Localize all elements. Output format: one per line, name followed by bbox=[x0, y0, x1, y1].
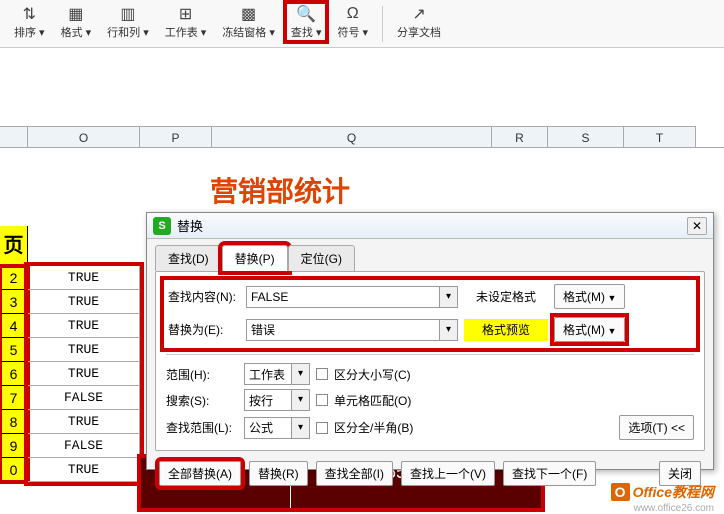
fullhalf-label: 区分全/半角(B) bbox=[334, 419, 413, 436]
search-select[interactable]: 按行▾ bbox=[244, 389, 310, 411]
row-num[interactable]: 2 bbox=[0, 266, 28, 290]
scope-select[interactable]: 工作表▾ bbox=[244, 363, 310, 385]
chevron-down-icon[interactable]: ▾ bbox=[439, 287, 457, 307]
corner-cell[interactable] bbox=[0, 126, 28, 147]
row-num[interactable]: 0 bbox=[0, 458, 28, 482]
replace-format-button[interactable]: 格式(M) bbox=[554, 317, 625, 342]
options-button[interactable]: 选项(T) << bbox=[619, 415, 694, 440]
fullhalf-checkbox[interactable] bbox=[316, 422, 328, 434]
row-num[interactable]: 6 bbox=[0, 362, 28, 386]
find-content-input[interactable]: FALSE ▾ bbox=[246, 286, 458, 308]
cell[interactable]: TRUE bbox=[28, 266, 140, 290]
replace-value: 错误 bbox=[251, 321, 275, 338]
cell[interactable]: TRUE bbox=[28, 338, 140, 362]
watermark-url: www.office26.com bbox=[634, 503, 714, 514]
find-content-label: 查找内容(N): bbox=[168, 288, 240, 305]
scope-label: 范围(H): bbox=[166, 366, 238, 383]
row-num[interactable]: 3 bbox=[0, 290, 28, 314]
lookin-select[interactable]: 公式▾ bbox=[244, 417, 310, 439]
tab-goto[interactable]: 定位(G) bbox=[288, 245, 355, 271]
yellow-header-cell: 页 bbox=[0, 226, 28, 266]
format-label: 格式 bbox=[61, 27, 83, 39]
column-o-cells: TRUE TRUE TRUE TRUE TRUE FALSE TRUE FALS… bbox=[28, 266, 140, 482]
lookin-label: 查找范围(L): bbox=[166, 419, 238, 436]
find-prev-button[interactable]: 查找上一个(V) bbox=[401, 461, 495, 486]
col-header-r[interactable]: R bbox=[492, 126, 548, 147]
sheet-title: 营销部统计 bbox=[210, 170, 350, 210]
find-next-button[interactable]: 查找下一个(F) bbox=[503, 461, 596, 486]
watermark: OOffice教程网 bbox=[611, 482, 714, 502]
row-num[interactable]: 5 bbox=[0, 338, 28, 362]
tab-find[interactable]: 查找(D) bbox=[155, 245, 222, 271]
dialog-title-text: 替换 bbox=[177, 216, 687, 235]
close-icon[interactable]: ✕ bbox=[687, 217, 707, 235]
col-header-o[interactable]: O bbox=[28, 126, 140, 147]
cell[interactable]: TRUE bbox=[28, 290, 140, 314]
sort-label: 排序 bbox=[14, 27, 36, 39]
wps-logo-icon: S bbox=[153, 217, 171, 235]
search-label: 搜索(S): bbox=[166, 392, 238, 409]
cell[interactable]: TRUE bbox=[28, 410, 140, 434]
column-headers: O P Q R S T bbox=[0, 126, 724, 148]
replace-button[interactable]: 替换(R) bbox=[249, 461, 308, 486]
cell[interactable]: FALSE bbox=[28, 386, 140, 410]
replace-with-label: 替换为(E): bbox=[168, 321, 240, 338]
find-all-button[interactable]: 查找全部(I) bbox=[316, 461, 393, 486]
find-label: 查找 bbox=[291, 27, 313, 39]
find-value: FALSE bbox=[251, 290, 288, 304]
toolbar-divider bbox=[382, 6, 383, 42]
rowcol-label: 行和列 bbox=[107, 27, 140, 39]
matchcase-label: 区分大小写(C) bbox=[334, 366, 411, 383]
cell[interactable]: TRUE bbox=[28, 458, 140, 482]
matchcase-checkbox[interactable] bbox=[316, 368, 328, 380]
replace-dialog: S 替换 ✕ 查找(D) 替换(P) 定位(G) 查找内容(N): FALSE ▾… bbox=[146, 212, 714, 470]
symbol-button[interactable]: Ω符号 ▾ bbox=[331, 2, 374, 42]
sort-button[interactable]: ⇅排序 ▾ bbox=[8, 2, 51, 42]
dialog-tabs: 查找(D) 替换(P) 定位(G) bbox=[147, 239, 713, 271]
worksheet-label: 工作表 bbox=[165, 27, 198, 39]
tab-replace[interactable]: 替换(P) bbox=[222, 245, 288, 271]
dialog-titlebar[interactable]: S 替换 ✕ bbox=[147, 213, 713, 239]
freeze-button[interactable]: ▩冻结窗格 ▾ bbox=[216, 2, 281, 42]
format-button[interactable]: ▦格式 ▾ bbox=[55, 2, 98, 42]
cell[interactable]: TRUE bbox=[28, 362, 140, 386]
share-button[interactable]: ↗分享文档 bbox=[391, 2, 447, 42]
row-num[interactable]: 4 bbox=[0, 314, 28, 338]
cell[interactable]: FALSE bbox=[28, 434, 140, 458]
wholecell-checkbox[interactable] bbox=[316, 394, 328, 406]
wholecell-label: 单元格匹配(O) bbox=[334, 392, 411, 409]
chevron-down-icon[interactable]: ▾ bbox=[439, 320, 457, 340]
find-replace-group: 查找内容(N): FALSE▾ 未设定格式 格式(M) 替换为(E): 错误▾ … bbox=[166, 282, 694, 346]
row-num[interactable]: 8 bbox=[0, 410, 28, 434]
row-num[interactable]: 9 bbox=[0, 434, 28, 458]
freeze-label: 冻结窗格 bbox=[222, 27, 266, 39]
rowcol-button[interactable]: ▥行和列 ▾ bbox=[101, 2, 155, 42]
symbol-label: 符号 bbox=[337, 27, 359, 39]
col-header-q[interactable]: Q bbox=[212, 126, 492, 147]
replace-format-preview: 格式预览 bbox=[464, 319, 548, 341]
search-icon: 🔍 bbox=[295, 4, 317, 24]
find-format-display: 未设定格式 bbox=[464, 286, 548, 308]
watermark-icon: O bbox=[611, 483, 630, 501]
cell[interactable]: TRUE bbox=[28, 314, 140, 338]
replace-with-input[interactable]: 错误 ▾ bbox=[246, 319, 458, 341]
ribbon-toolbar: ⇅排序 ▾ ▦格式 ▾ ▥行和列 ▾ ⊞工作表 ▾ ▩冻结窗格 ▾ 🔍查找 ▾ … bbox=[0, 0, 724, 48]
dialog-form: 查找内容(N): FALSE▾ 未设定格式 格式(M) 替换为(E): 错误▾ … bbox=[155, 271, 705, 451]
row-numbers: 2 3 4 5 6 7 8 9 0 bbox=[0, 266, 28, 482]
col-header-t[interactable]: T bbox=[624, 126, 696, 147]
share-label: 分享文档 bbox=[397, 24, 441, 40]
find-format-button[interactable]: 格式(M) bbox=[554, 284, 625, 309]
find-button[interactable]: 🔍查找 ▾ bbox=[285, 2, 328, 42]
col-header-s[interactable]: S bbox=[548, 126, 624, 147]
worksheet-button[interactable]: ⊞工作表 ▾ bbox=[159, 2, 213, 42]
replace-all-button[interactable]: 全部替换(A) bbox=[159, 461, 241, 486]
row-num[interactable]: 7 bbox=[0, 386, 28, 410]
col-header-p[interactable]: P bbox=[140, 126, 212, 147]
